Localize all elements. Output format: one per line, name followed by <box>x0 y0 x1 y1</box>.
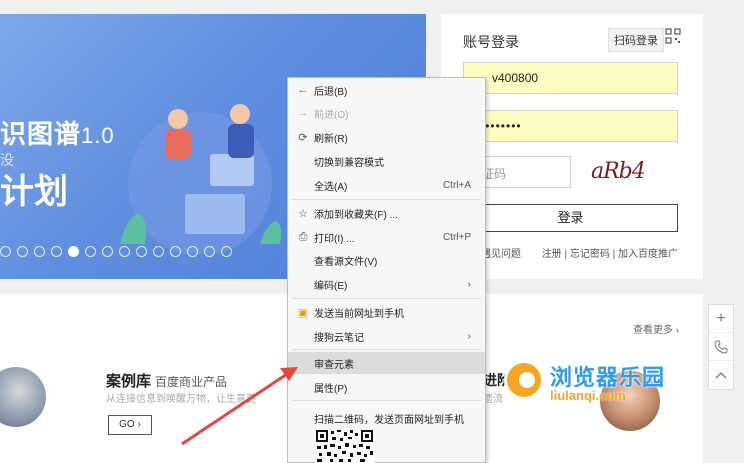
password-field[interactable]: •••••••• <box>463 110 678 142</box>
carousel-dot[interactable] <box>17 246 28 257</box>
menu-item-scan-qr[interactable]: 扫描二维码，发送页面网址到手机 <box>288 407 485 429</box>
carousel-dot[interactable] <box>34 246 45 257</box>
carousel-dot[interactable] <box>102 246 113 257</box>
case-avatar-image <box>0 367 46 427</box>
watermark-url: liulanqi.com <box>550 388 626 403</box>
menu-item-back[interactable]: ← 后退(B) <box>288 79 485 101</box>
username-field[interactable]: v400800 <box>463 62 678 94</box>
menu-item-compat-mode[interactable]: 切换到兼容模式 <box>288 150 485 172</box>
menu-item-send-to-phone[interactable]: ▣ 发送当前网址到手机 <box>288 301 485 323</box>
carousel-dot[interactable] <box>136 246 147 257</box>
login-button[interactable]: 登录 <box>463 204 678 232</box>
back-to-top-icon[interactable] <box>709 361 733 389</box>
scan-login-button[interactable]: 扫码登录 <box>608 28 664 52</box>
chevron-right-icon: › <box>467 330 471 342</box>
go-button[interactable]: GO › <box>108 415 152 435</box>
phone-send-icon: ▣ <box>297 306 309 319</box>
menu-item-properties[interactable]: 属性(P) <box>288 376 485 398</box>
login-title: 账号登录 <box>463 34 519 50</box>
menu-separator <box>292 400 481 401</box>
banner-title-line2: 计划 <box>0 173 68 211</box>
menu-item-sogou-notes[interactable]: 搜狗云笔记 › <box>288 325 485 347</box>
qrcode-image <box>315 429 375 463</box>
menu-item-forward[interactable]: → 前进(O) <box>288 102 485 124</box>
carousel-dot[interactable] <box>0 246 11 257</box>
case-subtitle: 百度商业产品 <box>155 375 228 389</box>
carousel-dot[interactable] <box>187 246 198 257</box>
watermark-logo <box>504 360 544 400</box>
case-description: 从连接信息到唤醒万物，让生意更 <box>106 394 256 405</box>
help-link[interactable]: 遇见问题 <box>481 245 521 260</box>
menu-item-print[interactable]: ⎙ 打印(I) ... Ctrl+P <box>288 226 485 248</box>
star-icon: ☆ <box>298 207 308 220</box>
username-value: v400800 <box>492 71 539 85</box>
case-title: 案例库 百度商业产品 <box>106 373 228 390</box>
menu-separator <box>292 298 481 299</box>
carousel-dot[interactable] <box>170 246 181 257</box>
arrow-right-icon: → <box>297 107 309 119</box>
chevron-right-icon: › <box>467 278 471 290</box>
watermark: 浏览器乐园 liulanqi.com <box>500 356 690 410</box>
password-value: •••••••• <box>480 119 522 133</box>
refresh-icon: ⟳ <box>298 131 308 144</box>
carousel-dot[interactable] <box>68 246 79 257</box>
banner-illustration <box>120 104 281 254</box>
qrcode-icon[interactable] <box>665 28 681 44</box>
phone-icon[interactable] <box>709 333 733 361</box>
account-links[interactable]: 注册 | 忘记密码 | 加入百度推广 <box>542 245 678 260</box>
menu-item-select-all[interactable]: 全选(A) Ctrl+A <box>288 174 485 196</box>
menu-item-encoding[interactable]: 编码(E) › <box>288 273 485 295</box>
menu-item-view-source[interactable]: 查看源文件(V) <box>288 249 485 271</box>
printer-icon: ⎙ <box>298 230 308 243</box>
carousel-dot[interactable] <box>85 246 96 257</box>
menu-item-inspect-element[interactable]: 审查元素 <box>288 352 485 374</box>
menu-separator <box>292 199 481 200</box>
plus-icon[interactable]: + <box>709 305 733 333</box>
carousel-dot[interactable] <box>119 246 130 257</box>
carousel-dot[interactable] <box>153 246 164 257</box>
select-all-shortcut: Ctrl+A <box>442 179 471 191</box>
print-shortcut: Ctrl+P <box>442 231 471 243</box>
side-toolbar: + <box>708 304 734 390</box>
carousel-dot[interactable] <box>221 246 232 257</box>
menu-item-refresh[interactable]: ⟳ 刷新(R) <box>288 126 485 148</box>
captcha-image[interactable]: aRb4 <box>591 159 646 184</box>
menu-separator <box>292 349 481 350</box>
arrow-left-icon: ← <box>297 84 309 96</box>
carousel-dots <box>0 246 232 257</box>
context-menu: ← 后退(B) → 前进(O) ⟳ 刷新(R) 切换到兼容模式 全选(A) Ct… <box>287 77 486 463</box>
more-link[interactable]: 查看更多 › <box>633 321 679 336</box>
carousel-dot[interactable] <box>51 246 62 257</box>
carousel-dot[interactable] <box>204 246 215 257</box>
menu-item-add-favorite[interactable]: ☆ 添加到收藏夹(F) ... <box>288 202 485 224</box>
